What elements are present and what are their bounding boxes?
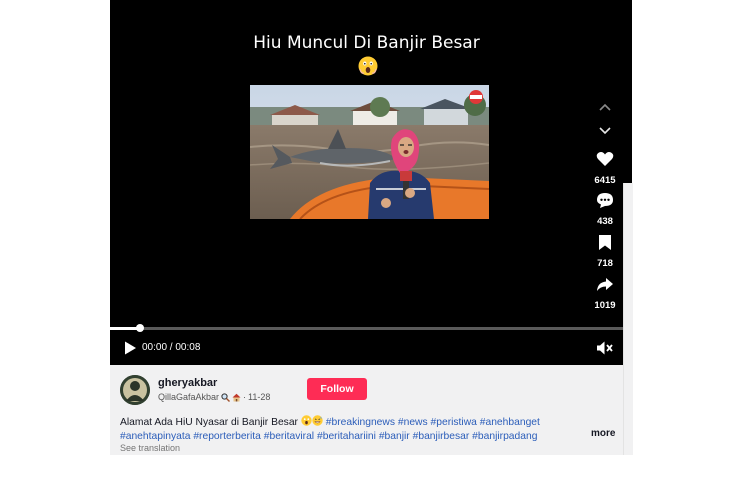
previous-video-button[interactable] [590,96,620,118]
save-button[interactable] [590,231,620,253]
post-date: 11-28 [248,392,271,402]
save-count: 718 [597,258,613,269]
screaming-face-emoji [301,415,312,426]
screaming-face-emoji [358,56,378,76]
comment-icon [597,192,613,208]
author-nickname: QillaGafaAkbar [158,392,220,402]
house-emoji [232,393,241,401]
share-icon [597,277,613,291]
heart-icon [596,152,614,166]
see-translation-link[interactable]: See translation [120,443,180,453]
share-button[interactable] [590,273,620,295]
video-progress-bar[interactable] [110,324,623,332]
grinning-sweat-emoji [312,415,323,426]
mute-icon[interactable] [596,340,614,356]
hashtag-link[interactable]: #peristiwa [431,417,477,428]
video-description: Alamat Ada HiU Nyasar di Banjir Besar #b… [120,415,590,444]
avatar[interactable] [120,375,150,405]
follow-button[interactable]: Follow [307,378,367,400]
hashtag-link[interactable]: #anehbanget [480,417,540,428]
like-count: 6415 [594,175,616,186]
author-username[interactable]: gheryakbar [158,377,217,389]
author-subline: QillaGafaAkbar · 11-28 [158,392,270,402]
progress-handle[interactable] [136,324,144,332]
share-count: 1019 [594,300,616,311]
hashtag-link[interactable]: #beritaviral [264,431,314,442]
hashtag-link[interactable]: #reporterberita [193,431,261,442]
hashtag-link[interactable]: #breakingnews [326,417,395,428]
hashtag-link[interactable]: #anehtapinyata [120,431,190,442]
chevron-down-icon [599,127,611,135]
comment-button[interactable] [590,189,620,211]
hashtag-link[interactable]: #banjirpadang [472,431,537,442]
hashtag-link[interactable]: #banjirbesar [413,431,470,442]
next-video-button[interactable] [590,120,620,142]
hashtag-link[interactable]: #beritahariini [317,431,376,442]
author-separator: · [243,392,247,402]
magnifier-emoji [221,392,231,402]
play-icon[interactable] [122,340,138,356]
video-frame-image [250,85,489,219]
comment-count: 438 [597,216,613,227]
like-button[interactable] [590,148,620,170]
hashtag-link[interactable]: #banjir [379,431,410,442]
video-time: 00:00 / 00:08 [142,342,201,353]
description-text: Alamat Ada HiU Nyasar di Banjir Besar [120,417,298,428]
more-button[interactable]: more [591,428,615,439]
bookmark-icon [599,234,611,250]
hashtag-link[interactable]: #news [398,417,428,428]
chevron-up-icon [599,103,611,111]
video-caption-title: Hiu Muncul Di Banjir Besar [253,33,480,53]
